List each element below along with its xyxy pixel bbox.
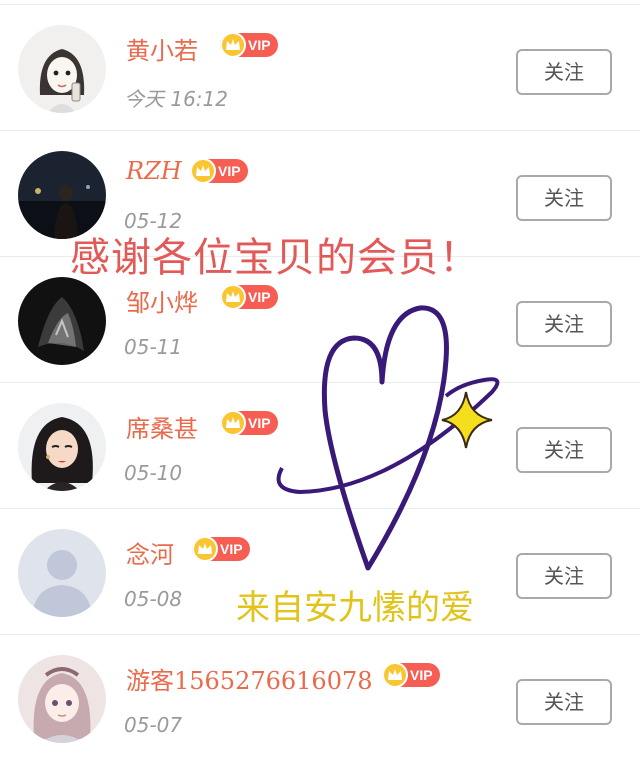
follow-button[interactable]: 关注 — [516, 553, 612, 599]
dark-blur-avatar-icon — [18, 277, 106, 365]
vip-label: VIP — [220, 541, 243, 557]
follow-button[interactable]: 关注 — [516, 427, 612, 473]
vip-badge: VIP — [190, 158, 248, 184]
list-item[interactable]: 游客1565276616078 VIP 05-07 关注 — [0, 634, 640, 760]
avatar[interactable] — [18, 403, 106, 491]
avatar[interactable] — [18, 25, 106, 113]
avatar[interactable] — [18, 277, 106, 365]
vip-badge: VIP — [192, 536, 250, 562]
user-name[interactable]: 席桑甚 — [126, 409, 198, 444]
user-name[interactable]: 念河 — [126, 535, 174, 570]
follow-button[interactable]: 关注 — [516, 301, 612, 347]
illustrated-woman-avatar-icon — [18, 403, 106, 491]
crown-icon — [220, 284, 246, 310]
avatar[interactable] — [18, 655, 106, 743]
follow-date: 今天 16:12 — [124, 87, 228, 111]
follow-date: 05-10 — [124, 461, 183, 485]
crown-icon — [382, 662, 408, 688]
avatar[interactable] — [18, 529, 106, 617]
crown-icon — [220, 410, 246, 436]
follow-date: 05-08 — [124, 587, 183, 611]
follow-button[interactable]: 关注 — [516, 49, 612, 95]
follow-date: 05-11 — [124, 335, 183, 359]
thanks-overlay-title: 感谢各位宝贝的会员！ — [70, 235, 480, 281]
vip-label: VIP — [410, 667, 433, 683]
crown-icon — [192, 536, 218, 562]
user-name[interactable]: RZH — [126, 157, 182, 185]
user-name[interactable]: 黄小若 — [126, 31, 198, 66]
anime-girl-avatar-icon — [18, 655, 106, 743]
crown-icon — [190, 158, 216, 184]
vip-label: VIP — [248, 289, 271, 305]
user-name[interactable]: 邹小烨 — [126, 283, 198, 318]
list-item[interactable]: 黄小若 VIP 今天 16:12 关注 — [0, 4, 640, 130]
follow-button[interactable]: 关注 — [516, 175, 612, 221]
vip-label: VIP — [218, 163, 241, 179]
follow-date: 05-07 — [124, 713, 183, 737]
cartoon-girl-avatar-icon — [18, 25, 106, 113]
default-user-avatar-icon — [18, 529, 106, 617]
vip-badge: VIP — [382, 662, 440, 688]
user-name[interactable]: 游客1565276616078 — [126, 661, 373, 696]
vip-label: VIP — [248, 37, 271, 53]
heart-drawing-icon — [276, 305, 500, 571]
follow-button[interactable]: 关注 — [516, 679, 612, 725]
crown-icon — [220, 32, 246, 58]
vip-label: VIP — [248, 415, 271, 431]
signature-text: 来自安九愫的爱 — [236, 588, 474, 628]
vip-badge: VIP — [220, 32, 278, 58]
